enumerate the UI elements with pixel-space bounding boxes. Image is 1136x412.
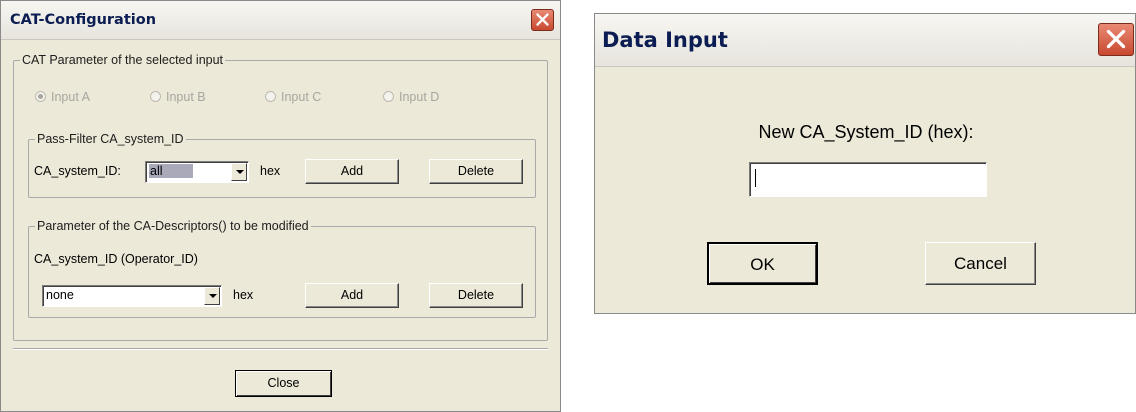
data-input-title-bar[interactable]: Data Input (595, 14, 1135, 67)
radio-input-b[interactable]: Input B (150, 90, 206, 104)
cat-title-bar[interactable]: CAT-Configuration (1, 1, 560, 40)
window-title: CAT-Configuration (10, 12, 157, 28)
radio-label: Input D (399, 90, 440, 104)
cat-configuration-window: CAT-Configuration CAT Parameter of the s… (0, 0, 561, 412)
radio-dot (383, 91, 394, 102)
data-input-window: Data Input New CA_System_ID (hex): OK Ca… (594, 13, 1136, 314)
pass-filter-unit: hex (260, 164, 281, 178)
pass-filter-combo[interactable]: all (145, 161, 249, 183)
selected-input-group-label: CAT Parameter of the selected input (22, 53, 224, 67)
combo-value: none (46, 288, 74, 302)
close-button[interactable]: Close (235, 370, 332, 397)
combo-value: all (149, 164, 193, 178)
radio-input-c[interactable]: Input C (265, 90, 321, 104)
descriptors-delete-button[interactable]: Delete (429, 283, 523, 308)
radio-label: Input C (281, 90, 322, 104)
close-window-button[interactable] (1098, 23, 1134, 56)
descriptors-unit: hex (233, 288, 254, 302)
close-window-button[interactable] (531, 9, 554, 31)
text-caret (755, 169, 756, 187)
close-icon (536, 13, 549, 26)
radio-input-d[interactable]: Input D (383, 90, 439, 104)
cancel-button[interactable]: Cancel (925, 242, 1036, 285)
descriptors-field-label: CA_system_ID (Operator_ID) (34, 252, 198, 266)
radio-dot (35, 91, 46, 102)
chevron-down-icon[interactable] (231, 163, 247, 181)
data-input-prompt: New CA_System_ID (hex): (758, 122, 974, 142)
radio-dot (150, 91, 161, 102)
window-title: Data Input (602, 28, 728, 52)
separator (13, 348, 548, 350)
pass-filter-group-label: Pass-Filter CA_system_ID (37, 132, 184, 146)
close-icon (1106, 29, 1126, 49)
chevron-down-icon[interactable] (204, 287, 220, 305)
pass-filter-delete-button[interactable]: Delete (429, 159, 523, 184)
radio-label: Input B (166, 90, 206, 104)
radio-dot (265, 91, 276, 102)
ok-button[interactable]: OK (707, 242, 818, 285)
radio-input-a[interactable]: Input A (35, 90, 90, 104)
descriptors-group-label: Parameter of the CA-Descriptors() to be … (37, 219, 309, 233)
pass-filter-field-label: CA_system_ID: (34, 164, 121, 178)
descriptors-combo[interactable]: none (42, 285, 222, 307)
radio-label: Input A (51, 90, 90, 104)
pass-filter-add-button[interactable]: Add (305, 159, 399, 184)
descriptors-add-button[interactable]: Add (305, 283, 399, 308)
ca-system-id-input[interactable] (749, 162, 987, 197)
